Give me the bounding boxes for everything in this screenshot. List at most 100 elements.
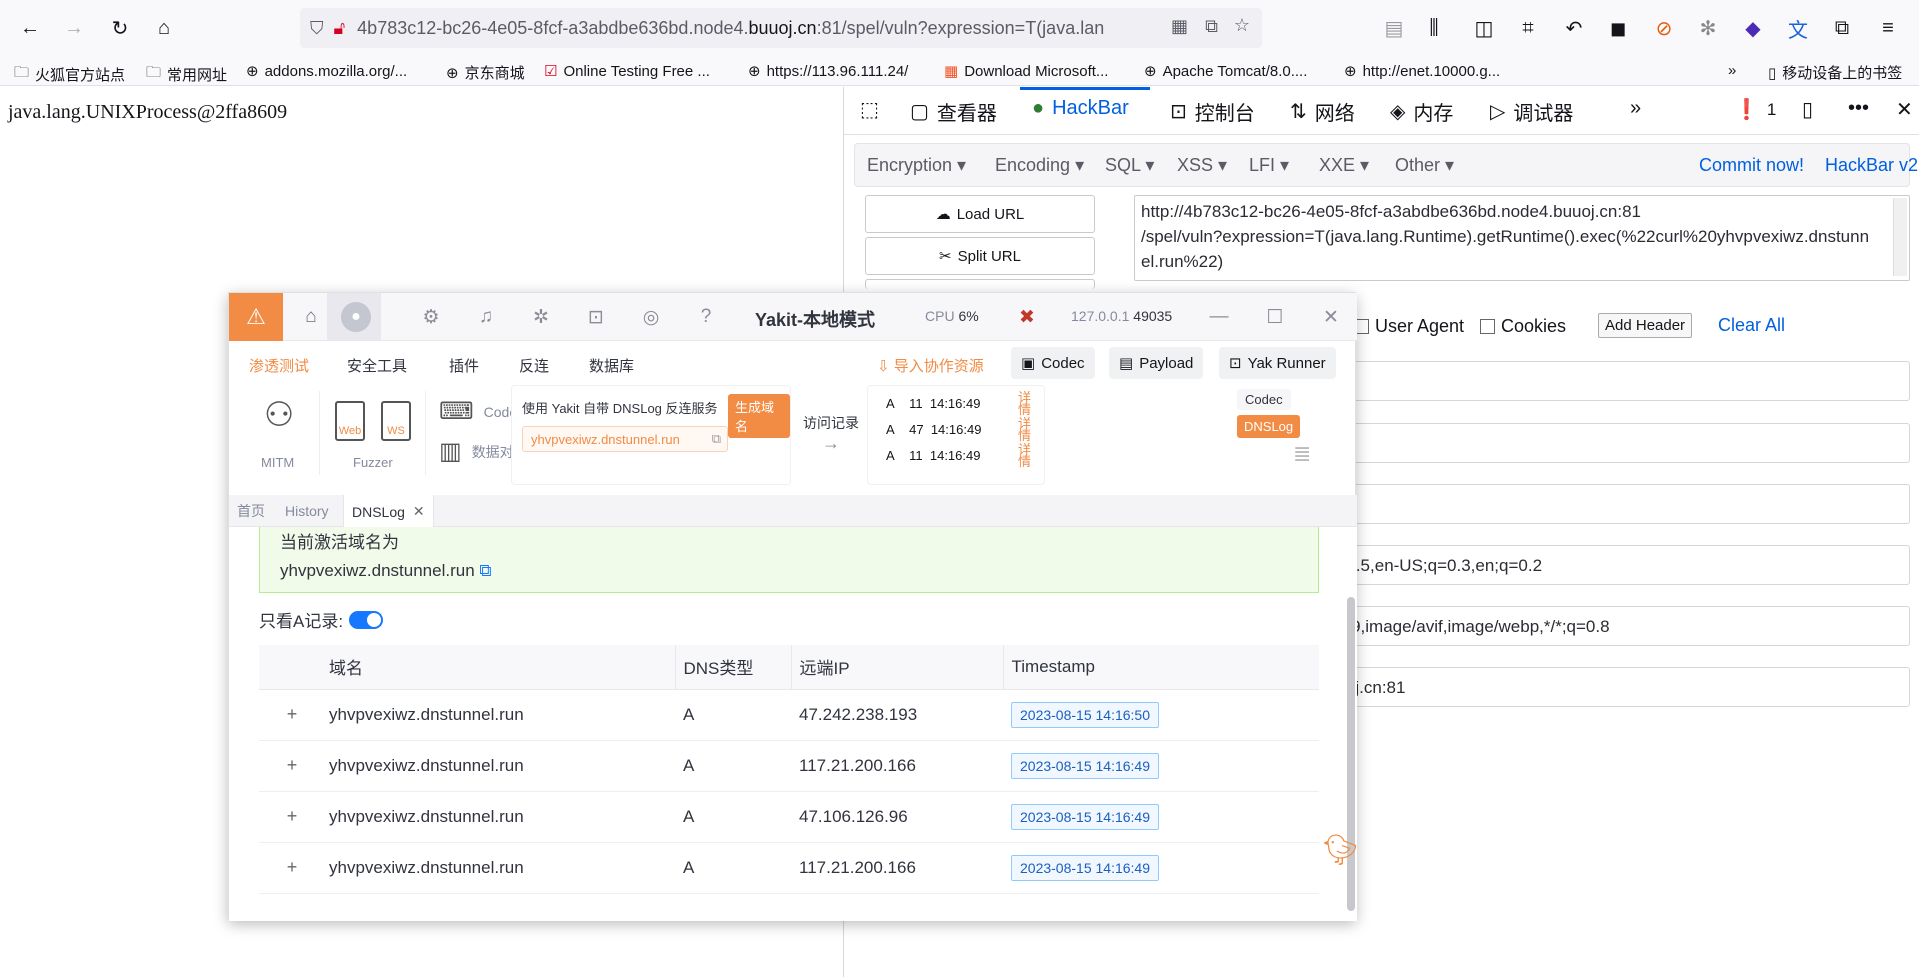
web-fuzzer-icon[interactable]: Web xyxy=(335,401,365,441)
bookmark-item[interactable]: 🗀 火狐官方站点 xyxy=(14,62,125,87)
tab-inspector[interactable]: ▢ 查看器 xyxy=(910,97,997,126)
home-icon[interactable]: ⌂ xyxy=(299,305,323,329)
more-tabs-icon[interactable]: » xyxy=(1630,97,1641,120)
menu-security-tools[interactable]: 安全工具 xyxy=(347,355,407,376)
camera-icon[interactable]: ◎ xyxy=(639,305,663,329)
menu-database[interactable]: 数据库 xyxy=(589,355,634,376)
menu-sql[interactable]: SQL ▾ xyxy=(1105,155,1154,176)
header-field[interactable] xyxy=(1324,361,1910,401)
header-field[interactable] xyxy=(1324,423,1910,463)
sort-icon[interactable]: ≣ xyxy=(1293,441,1311,467)
bookmark-item[interactable]: ☑ Online Testing Free ... xyxy=(544,62,710,81)
cookies-checkbox[interactable]: Cookies xyxy=(1480,316,1566,337)
tab-memory[interactable]: ◈ 内存 xyxy=(1390,97,1453,126)
header-field-host[interactable]: uuoj.cn:81 xyxy=(1324,667,1910,707)
execute-button[interactable] xyxy=(865,279,1095,289)
add-header-button[interactable]: Add Header xyxy=(1598,313,1693,338)
bug-icon[interactable]: ✲ xyxy=(529,305,553,329)
expand-icon[interactable]: + xyxy=(283,705,301,724)
error-badge[interactable]: ❗ 1 xyxy=(1734,97,1776,122)
undo-icon[interactable]: ↶ xyxy=(1558,12,1590,44)
payload-button[interactable]: ▤ Payload xyxy=(1109,347,1204,379)
menu-lfi[interactable]: LFI ▾ xyxy=(1249,155,1289,176)
library-icon[interactable]: ⫼ xyxy=(1418,12,1450,44)
tab-network[interactable]: ⇅ 网络 xyxy=(1290,97,1355,126)
menu-encoding[interactable]: Encoding ▾ xyxy=(995,155,1084,176)
header-field-accept-language[interactable]: q=0.5,en-US;q=0.3,en;q=0.2 xyxy=(1324,545,1910,585)
picker-icon[interactable]: ⬚ xyxy=(860,97,879,122)
tab-home[interactable]: 首页 xyxy=(229,495,273,527)
settings-icon[interactable]: ⚙ xyxy=(419,305,443,329)
commit-now-link[interactable]: Commit now! xyxy=(1699,155,1804,176)
translate-icon[interactable]: ⧉ xyxy=(1205,16,1218,37)
translate-ext-icon[interactable]: 文 xyxy=(1782,12,1814,44)
expand-icon[interactable]: + xyxy=(283,807,301,826)
table-row[interactable]: + yhvpvexiwz.dnstunnel.run A 117.21.200.… xyxy=(259,842,1319,894)
menu-xss[interactable]: XSS ▾ xyxy=(1177,155,1227,176)
more-options-icon[interactable]: ••• xyxy=(1848,97,1869,120)
hackbar-url-textarea[interactable]: http://4b783c12-bc26-4e05-8fcf-a3abdbe63… xyxy=(1134,195,1910,281)
tab-debugger[interactable]: ▷ 调试器 xyxy=(1490,97,1573,126)
engine-icon[interactable]: ✖ xyxy=(1015,305,1039,329)
bell-icon[interactable]: ♫ xyxy=(474,305,498,329)
user-avatar-icon[interactable]: ● xyxy=(341,302,371,332)
menu-other[interactable]: Other ▾ xyxy=(1395,155,1454,176)
split-url-button[interactable]: ✂ Split URL xyxy=(865,237,1095,275)
puzzle-ext-icon[interactable]: ✻ xyxy=(1692,12,1724,44)
crop-icon[interactable]: ⌗ xyxy=(1512,12,1544,44)
close-icon[interactable]: ✕ xyxy=(1319,305,1343,329)
visit-record-link[interactable]: 访问记录 → xyxy=(803,413,859,454)
bookmark-item[interactable]: ⊕ http://enet.10000.g... xyxy=(1344,62,1500,81)
bookmark-item[interactable]: ⊕ Apache Tomcat/8.0.... xyxy=(1144,62,1307,81)
bookmark-item[interactable]: ▦ Download Microsoft... xyxy=(944,62,1108,81)
menu-plugins[interactable]: 插件 xyxy=(449,355,479,376)
import-resources[interactable]: ⇩ 导入协作资源 xyxy=(877,355,984,376)
bookmark-item[interactable]: ⊕ https://113.96.111.24/ xyxy=(748,62,908,81)
recent-row[interactable]: A 11 14:16:49 详情 xyxy=(886,443,1036,468)
bookmark-item[interactable]: ⊕ addons.mozilla.org/... xyxy=(246,62,407,81)
bookmark-item[interactable]: ▯ 移动设备上的书签 xyxy=(1768,62,1902,83)
ws-fuzzer-icon[interactable]: WS xyxy=(381,401,411,441)
only-a-toggle[interactable] xyxy=(349,610,384,629)
textarea-scrollbar[interactable] xyxy=(1893,198,1907,276)
reader-icon[interactable]: ▤ xyxy=(1378,12,1410,44)
header-field-accept[interactable]: =0.9,image/avif,image/webp,*/*;q=0.8 xyxy=(1324,606,1910,646)
side-codec-button[interactable]: Codec xyxy=(1237,389,1291,410)
menu-pentest[interactable]: 渗透测试 xyxy=(249,355,309,376)
recent-row[interactable]: A 47 14:16:49 详情 xyxy=(886,417,1036,442)
minimize-icon[interactable]: — xyxy=(1207,305,1231,329)
insecure-lock-icon[interactable]: 🔓︎ xyxy=(334,18,346,39)
url-bar[interactable]: ⛉ 🔓︎ 4b783c12-bc26-4e05-8fcf-a3abdbe636b… xyxy=(300,8,1262,48)
terminal-icon[interactable]: ⊡ xyxy=(584,305,608,329)
help-icon[interactable]: ? xyxy=(694,305,718,329)
back-icon[interactable]: ← xyxy=(14,12,46,44)
codec-button[interactable]: ▣ Codec xyxy=(1011,347,1095,379)
user-agent-checkbox[interactable]: User Agent xyxy=(1354,316,1464,337)
yakit-mascot-icon[interactable]: 🐤︎ xyxy=(1321,833,1359,879)
bookmark-star-icon[interactable]: ☆ xyxy=(1234,15,1250,36)
bookmark-item[interactable]: 🗀 常用网址 xyxy=(146,62,227,87)
close-tab-icon[interactable]: ✕ xyxy=(413,503,425,520)
mitm-icon[interactable]: ⚇ xyxy=(253,395,305,447)
reload-icon[interactable]: ↻ xyxy=(104,12,136,44)
table-row[interactable]: + yhvpvexiwz.dnstunnel.run A 47.106.126.… xyxy=(259,791,1319,843)
close-devtools-icon[interactable]: ✕ xyxy=(1896,97,1913,122)
load-url-button[interactable]: ☁ Load URL xyxy=(865,195,1095,233)
menu-reverse[interactable]: 反连 xyxy=(519,355,549,376)
devtools-ext-icon[interactable]: ◼ xyxy=(1602,12,1634,44)
block-ext-icon[interactable]: ⊘ xyxy=(1648,12,1680,44)
table-row[interactable]: + yhvpvexiwz.dnstunnel.run A 117.21.200.… xyxy=(259,740,1319,792)
sidebar-icon[interactable]: ◫ xyxy=(1468,12,1500,44)
diamond-ext-icon[interactable]: ◆ xyxy=(1737,12,1769,44)
expand-icon[interactable]: + xyxy=(283,858,301,877)
home-icon[interactable]: ⌂ xyxy=(148,12,180,44)
expand-icon[interactable]: + xyxy=(283,756,301,775)
shield-icon[interactable]: ⛉ xyxy=(310,18,324,39)
generate-domain-button[interactable]: 生成域名 xyxy=(728,394,790,438)
forward-icon[interactable]: → xyxy=(58,12,90,44)
header-field[interactable] xyxy=(1324,484,1910,524)
side-dnslog-button[interactable]: DNSLog xyxy=(1237,415,1301,438)
qr-code-icon[interactable]: ▦ xyxy=(1171,16,1188,37)
tab-dnslog[interactable]: DNSLog ✕ xyxy=(343,495,434,528)
copy-icon[interactable]: ⧉ xyxy=(712,431,721,447)
